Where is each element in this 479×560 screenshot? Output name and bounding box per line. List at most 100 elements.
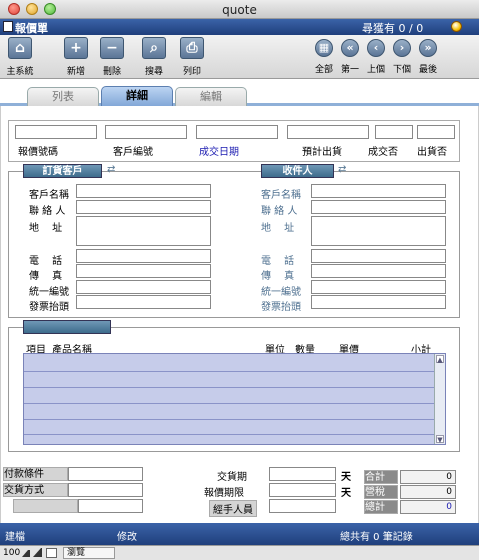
customer-fax-field[interactable] [76,264,211,278]
swap-icon[interactable]: ⇄ [338,164,346,175]
customer-tax-id-field[interactable] [76,280,211,294]
record-summary: 總共有 0 筆記錄 [340,532,413,543]
customer-address-field[interactable] [76,216,211,246]
delivery-date-label: 交貨期 [217,472,247,483]
customer-name-field[interactable] [76,184,211,198]
zoom-level[interactable]: 100 [3,548,20,558]
table-row [24,387,435,388]
tax-value: 0 [400,485,456,499]
receiver-invoice-title-label: 發票抬頭 [261,302,301,313]
table-row [24,371,435,372]
shipped-field[interactable] [417,125,455,139]
swap-icon[interactable]: ⇄ [107,164,115,175]
scroll-down-icon[interactable]: ▼ [436,435,444,444]
first-icon: « [341,39,359,57]
customer-fax-label: 傳 真 [29,271,63,282]
add-icon: + [64,37,88,59]
customer-invoice-title-field[interactable] [76,295,211,309]
handler-label: 經手人員 [209,500,257,517]
sum-label: 合計 [364,470,398,484]
tax-label: 營稅 [364,485,398,499]
quote-validity-field[interactable] [269,483,336,497]
customer-phone-field[interactable] [76,249,211,263]
customer-contact-field[interactable] [76,200,211,214]
last-label: 最後 [418,65,437,75]
tab-list[interactable]: 列表 [27,87,99,106]
receiver-tax-id-label: 統一編號 [261,287,301,298]
receiver-invoice-title-field[interactable] [311,295,446,309]
grid-icon: ▦ [315,39,333,57]
first-record-button[interactable]: « 第一 [339,37,361,75]
table-row [24,403,435,404]
delivery-method-label: 交貨方式 [3,483,68,497]
zoom-out-icon[interactable] [22,549,30,557]
deal-date-field[interactable] [196,125,278,139]
expected-ship-label: 預計出貨 [302,147,342,158]
status-area-icon[interactable] [46,548,57,558]
line-items-table[interactable]: ▲ ▼ [23,353,446,445]
extra-field[interactable] [78,499,143,513]
customer-no-label: 客戶編號 [113,147,153,158]
receiver-heading: 收件人 [261,164,334,178]
print-button[interactable]: ⎙ 列印 [178,37,206,77]
tab-detail[interactable]: 詳細 [101,86,173,107]
first-label: 第一 [340,65,359,75]
receiver-fax-field[interactable] [311,264,446,278]
previous-label: 上個 [366,65,385,75]
last-record-button[interactable]: » 最後 [417,37,439,75]
main-system-button[interactable]: ⌂ 主系統 [6,37,34,77]
scroll-up-icon[interactable]: ▲ [436,355,444,364]
delete-button[interactable]: − 刪除 [98,37,126,77]
sum-value: 0 [400,470,456,484]
search-button[interactable]: ⌕ 搜尋 [140,37,168,77]
show-all-label: 全部 [314,65,333,75]
receiver-tax-id-field[interactable] [311,280,446,294]
customer-phone-label: 電 話 [29,256,63,267]
deal-status-field[interactable] [375,125,413,139]
next-record-button[interactable]: › 下個 [391,37,413,75]
remove-icon: − [100,37,124,59]
page-title: 報價單 [15,22,48,35]
previous-record-button[interactable]: ‹ 上個 [365,37,387,75]
payment-terms-field[interactable] [68,467,143,481]
quote-validity-label: 報價期限 [204,488,244,499]
main-system-label: 主系統 [6,67,34,77]
deal-date-label: 成交日期 [199,147,239,158]
customer-invoice-title-label: 發票抬頭 [29,302,69,313]
customer-name-label: 客戶名稱 [29,190,69,201]
tab-edit[interactable]: 編輯 [175,87,247,106]
document-icon [3,21,13,32]
receiver-address-field[interactable] [311,216,446,246]
total-label: 總計 [364,500,398,514]
receiver-phone-label: 電 話 [261,256,295,267]
new-button[interactable]: + 新增 [62,37,90,77]
mode-indicator[interactable]: 瀏覽 [63,547,115,559]
bottom-bar: 100 瀏覽 [0,545,479,560]
status-bar: 建檔 修改 總共有 0 筆記錄 [0,523,479,545]
handler-field[interactable] [269,499,336,513]
customer-no-field[interactable] [105,125,187,139]
receiver-address-label: 地 址 [261,223,295,234]
detail-form: 報價號碼 客戶編號 成交日期 預計出貨 成交否 出貨否 訂貨客戶 ⇄ 收件人 ⇄… [0,106,479,523]
zoom-in-icon[interactable] [33,548,42,557]
delivery-method-field[interactable] [68,483,143,497]
quote-no-field[interactable] [15,125,97,139]
delete-label: 刪除 [102,67,121,77]
customer-contact-label: 聯 絡 人 [29,206,66,217]
table-scrollbar[interactable]: ▲ ▼ [434,354,445,444]
expected-ship-field[interactable] [287,125,369,139]
shipped-label: 出貨否 [417,147,447,158]
quote-no-label: 報價號碼 [18,147,58,158]
customer-tax-id-label: 統一編號 [29,287,69,298]
receiver-contact-field[interactable] [311,200,446,214]
receiver-phone-field[interactable] [311,249,446,263]
next-label: 下個 [392,65,411,75]
blank-gray-label [13,499,78,513]
receiver-name-field[interactable] [311,184,446,198]
print-label: 列印 [182,67,201,77]
record-count: 尋獲有 0 / 0 [362,22,424,35]
delivery-date-field[interactable] [269,467,336,481]
app-header: 報價單 尋獲有 0 / 0 [0,19,479,35]
show-all-button[interactable]: ▦ 全部 [313,37,335,75]
print-icon: ⎙ [180,37,204,59]
